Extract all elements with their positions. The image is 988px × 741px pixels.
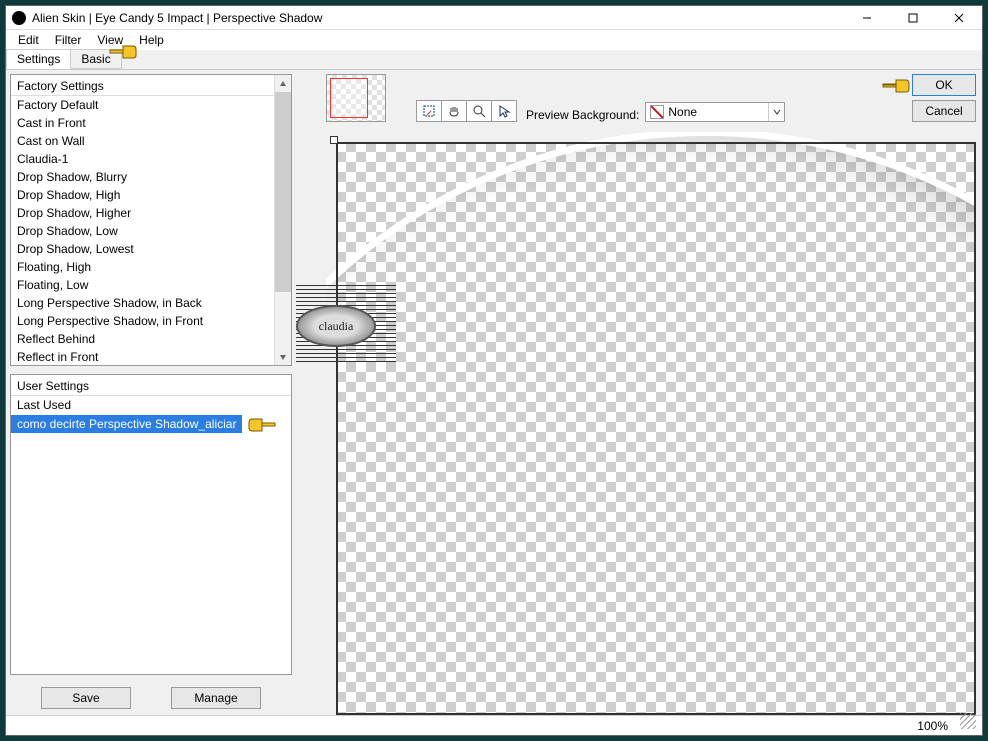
preview-thumbnail[interactable] <box>326 74 386 122</box>
list-item[interactable]: Drop Shadow, Lowest <box>11 240 274 258</box>
tabstrip: Settings Basic <box>6 50 982 70</box>
swatch-none-icon <box>650 105 664 119</box>
save-button[interactable]: Save <box>41 687 131 709</box>
list-item[interactable]: Long Perspective Shadow, in Front <box>11 312 274 330</box>
list-item[interactable]: Cast on Wall <box>11 132 274 150</box>
list-item[interactable]: Last Used <box>11 396 291 414</box>
chevron-down-icon[interactable] <box>768 103 784 121</box>
scroll-down-icon[interactable] <box>275 348 291 365</box>
cancel-button[interactable]: Cancel <box>912 100 976 122</box>
resize-grip-icon[interactable] <box>960 713 976 729</box>
resize-handle-icon[interactable] <box>330 136 338 144</box>
list-item-selected[interactable]: como decirte Perspective Shadow_aliciar <box>11 415 242 433</box>
preview-canvas[interactable] <box>326 132 976 715</box>
list-item[interactable]: Drop Shadow, Low <box>11 222 274 240</box>
factory-settings-list[interactable]: Factory Settings Factory Default Cast in… <box>10 74 292 366</box>
tool-marquee-icon[interactable] <box>416 100 442 122</box>
pointer-annotation-icon <box>248 414 276 434</box>
preview-bg-value: None <box>668 105 768 119</box>
scroll-up-icon[interactable] <box>275 75 291 92</box>
close-button[interactable] <box>936 7 982 29</box>
pointer-annotation-icon <box>882 75 910 95</box>
list-item[interactable]: Factory Default <box>11 96 274 114</box>
list-item[interactable]: Claudia-1 <box>11 150 274 168</box>
settings-buttons: Save Manage <box>10 681 292 715</box>
manage-button[interactable]: Manage <box>171 687 261 709</box>
left-panel: Factory Settings Factory Default Cast in… <box>6 70 296 715</box>
statusbar: 100% <box>6 715 982 735</box>
user-settings-header: User Settings <box>11 375 291 396</box>
list-item[interactable]: Drop Shadow, Higher <box>11 204 274 222</box>
tab-settings[interactable]: Settings <box>6 49 71 69</box>
list-item[interactable]: Reflect Behind <box>11 330 274 348</box>
maximize-button[interactable] <box>890 7 936 29</box>
list-item[interactable]: Long Perspective Shadow, in Back <box>11 294 274 312</box>
preview-bg-label: Preview Background: <box>526 108 639 122</box>
tool-zoom-icon[interactable] <box>466 100 492 122</box>
pointer-annotation-icon <box>109 41 137 61</box>
factory-settings-header: Factory Settings <box>11 75 274 96</box>
ok-button[interactable]: OK <box>912 74 976 96</box>
list-item[interactable]: Floating, Low <box>11 276 274 294</box>
menu-edit[interactable]: Edit <box>10 31 47 49</box>
list-item[interactable]: Cast in Front <box>11 114 274 132</box>
menu-help[interactable]: Help <box>131 31 172 49</box>
minimize-button[interactable] <box>844 7 890 29</box>
titlebar: Alien Skin | Eye Candy 5 Impact | Perspe… <box>6 6 982 30</box>
preview-bg-dropdown[interactable]: None <box>645 102 785 122</box>
list-item[interactable]: Floating, High <box>11 258 274 276</box>
tool-hand-icon[interactable] <box>441 100 467 122</box>
list-item[interactable]: Drop Shadow, Blurry <box>11 168 274 186</box>
menu-filter[interactable]: Filter <box>47 31 90 49</box>
right-panel: Preview Background: None OK <box>296 70 982 715</box>
scrollbar[interactable] <box>274 75 291 365</box>
menubar: Edit Filter View Help <box>6 30 982 50</box>
app-icon <box>12 11 26 25</box>
scroll-thumb[interactable] <box>275 92 291 292</box>
list-item[interactable]: Reflect in Front <box>11 348 274 365</box>
window-title: Alien Skin | Eye Candy 5 Impact | Perspe… <box>32 11 322 25</box>
tool-pointer-icon[interactable] <box>491 100 517 122</box>
user-settings-list[interactable]: User Settings Last Used como decirte Per… <box>10 374 292 675</box>
zoom-level: 100% <box>917 719 948 733</box>
list-item[interactable]: Drop Shadow, High <box>11 186 274 204</box>
